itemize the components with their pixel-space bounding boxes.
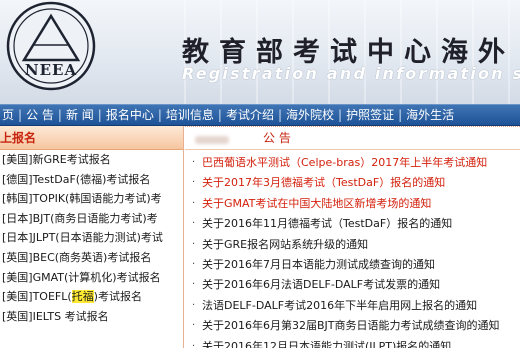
registration-link-jlpt[interactable]: [日本]JLPT(日本语能力测试)考试 [0,228,183,248]
nav-item-passport-visa[interactable]: 护照签证 [342,105,398,125]
online-registration-heading: 上报名 [0,126,183,150]
registration-link-topik[interactable]: [韩国]TOPIK(韩国语能力考试)考 [0,189,183,209]
main-nav: 页 | 公 告 | 新 闻 | 报名中心 | 培训信息 | 考试介绍 | 海外院校 | 护照签证 | 海外生活 [0,104,520,126]
site-title-english: Registration and information service [182,64,520,83]
registration-link-bjt[interactable]: [日本]BJT(商务日语能力考试)考 [0,209,183,229]
announcement-title: 关于2016年12月日本语能力测试(JLPT)报名的通知 [202,339,452,348]
announcement-title: 关于GMAT考试在中国大陆地区新增考场的通知 [202,196,432,210]
announcement-title: 关于2016年11月德福考试（TestDaF）报名的通知 [202,217,453,231]
announcement-item[interactable]: · 关于2017年3月德福考试（TestDaF）报名的通知 [185,173,520,193]
svg-text:NEEA: NEEA [25,61,77,79]
announcement-item[interactable]: · 关于GMAT考试在中国大陆地区新增考场的通知 [185,194,520,214]
bullet-icon: · [192,238,196,250]
announcement-title: 巴西葡语水平测试（Celpe-bras）2017年上半年考试通知 [202,156,488,169]
announcement-title: 关于2016年6月法语DELF-DALF考试发票的通知 [202,278,441,292]
toefl-label-prefix: [美国]TOEFL( [2,290,72,304]
registration-link-testdaf[interactable]: [德国]TestDaF(德福)考试报名 [0,170,183,190]
announcement-title: 法语DELF-DALF考试2016年下半年启用网上报名的通知 [202,298,478,312]
neea-logo[interactable]: NEEA [4,0,98,94]
registration-link-ielts[interactable]: [英国]IELTS 考试报名 [0,307,183,327]
announcements-heading-bar: 公 告 [185,127,520,150]
registration-list: [美国]新GRE考试报名 [德国]TestDaF(德福)考试报名 [韩国]TOP… [0,150,183,326]
registration-link-gmat[interactable]: [美国]GMAT(计算机化)考试报名 [0,268,183,288]
announcement-item[interactable]: · 关于2016年12月日本语能力测试(JLPT)报名的通知 [185,337,520,348]
announcement-title: 关于2017年3月德福考试（TestDaF）报名的通知 [202,176,446,190]
announcements-heading: 公 告 [263,131,291,145]
registration-link-toefl[interactable]: [美国]TOEFL(托福)考试报名 [0,287,183,307]
bullet-icon: · [192,279,196,291]
toefl-label-suffix: )考试报名 [93,290,142,304]
nav-item-announcements[interactable]: 公 告 [22,105,58,125]
announcement-item[interactable]: · 关于2016年6月第32届BJT商务日语能力考试成绩查询的通知 [185,316,520,336]
nav-item-news[interactable]: 新 闻 [62,105,98,125]
announcement-item[interactable]: · 关于2016年11月德福考试（TestDaF）报名的通知 [185,214,520,234]
announcement-item[interactable]: · 法语DELF-DALF考试2016年下半年启用网上报名的通知 [185,296,520,316]
blurred-tag [195,136,229,144]
bullet-icon: · [192,340,196,348]
bullet-icon: · [192,258,196,270]
bullet-icon: · [192,157,196,168]
nav-item-overseas-schools[interactable]: 海外院校 [282,105,338,125]
site-header: NEEA 教育部考试中心海外 Registration and informat… [0,0,520,104]
announcement-title: 关于2016年6月第32届BJT商务日语能力考试成绩查询的通知 [202,319,500,333]
toefl-highlight: 托福 [71,290,94,304]
nav-item-training-info[interactable]: 培训信息 [162,105,218,125]
bullet-icon: · [192,177,196,189]
bullet-icon: · [192,218,196,230]
announcement-title: 关于GRE报名网站系统升级的通知 [202,237,369,251]
announcements-panel: 公 告 · 巴西葡语水平测试（Celpe-bras）2017年上半年考试通知 · 关… [185,126,520,348]
nav-item-overseas-life[interactable]: 海外生活 [402,105,458,125]
announcement-item[interactable]: · 关于2016年7月日本语能力测试成绩查询的通知 [185,255,520,275]
nav-item-registration-center[interactable]: 报名中心 [102,105,158,125]
announcements-list: · 巴西葡语水平测试（Celpe-bras）2017年上半年考试通知 · 关于201… [185,150,520,348]
bullet-icon: · [192,299,196,311]
nav-item-exam-intro[interactable]: 考试介绍 [222,105,278,125]
bullet-icon: · [192,197,196,209]
announcement-title: 关于2016年7月日本语能力测试成绩查询的通知 [202,257,435,271]
announcement-item[interactable]: · 巴西葡语水平测试（Celpe-bras）2017年上半年考试通知 [185,153,520,173]
nav-item-home[interactable]: 页 [0,105,18,125]
bullet-icon: · [192,320,196,332]
announcement-item[interactable]: · 关于2016年6月法语DELF-DALF考试发票的通知 [185,275,520,295]
registration-link-bec[interactable]: [英国]BEC(商务英语)考试报名 [0,248,183,268]
registration-link-gre[interactable]: [美国]新GRE考试报名 [0,150,183,170]
announcement-item[interactable]: · 关于GRE报名网站系统升级的通知 [185,235,520,255]
online-registration-panel: 上报名 [美国]新GRE考试报名 [德国]TestDaF(德福)考试报名 [韩国… [0,126,184,348]
